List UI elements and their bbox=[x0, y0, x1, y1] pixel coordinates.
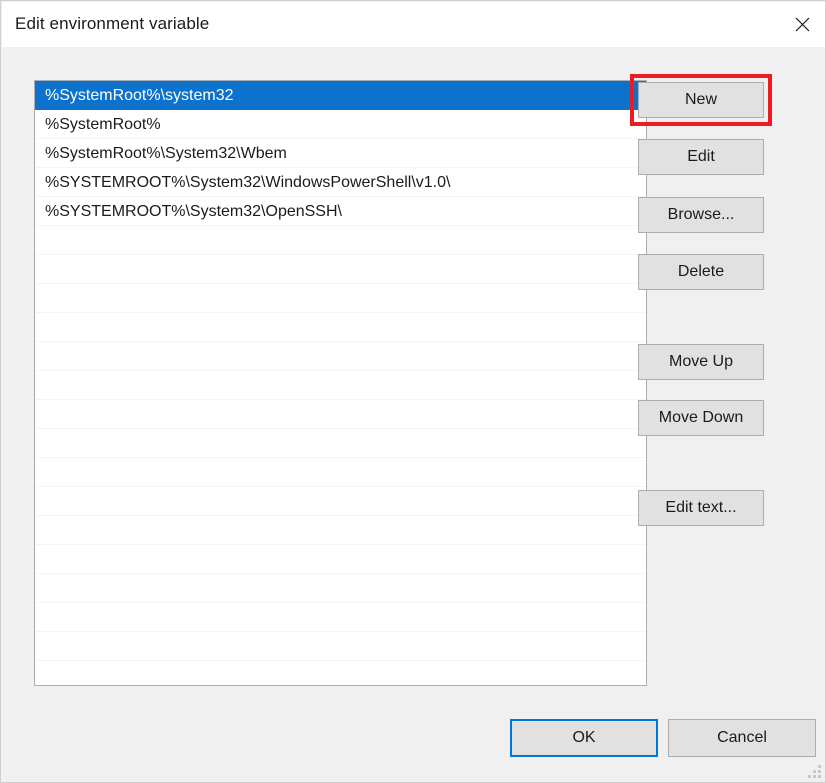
window-title: Edit environment variable bbox=[15, 14, 210, 33]
list-item-empty[interactable] bbox=[35, 342, 646, 371]
list-item[interactable]: %SystemRoot% bbox=[35, 110, 646, 139]
list-item-empty[interactable] bbox=[35, 313, 646, 342]
move-up-button[interactable]: Move Up bbox=[638, 344, 764, 380]
title-bar: Edit environment variable bbox=[2, 2, 825, 48]
delete-button[interactable]: Delete bbox=[638, 254, 764, 290]
list-item-empty[interactable] bbox=[35, 255, 646, 284]
list-item[interactable]: %SYSTEMROOT%\System32\OpenSSH\ bbox=[35, 197, 646, 226]
list-item-empty[interactable] bbox=[35, 516, 646, 545]
list-item-empty[interactable] bbox=[35, 226, 646, 255]
list-item-empty[interactable] bbox=[35, 545, 646, 574]
list-item-empty[interactable] bbox=[35, 603, 646, 632]
path-list[interactable]: %SystemRoot%\system32 %SystemRoot% %Syst… bbox=[34, 80, 647, 686]
list-item-empty[interactable] bbox=[35, 429, 646, 458]
edit-button[interactable]: Edit bbox=[638, 139, 764, 175]
list-item-empty[interactable] bbox=[35, 284, 646, 313]
ok-button[interactable]: OK bbox=[510, 719, 658, 757]
edit-environment-variable-dialog: Edit environment variable %SystemRoot%\s… bbox=[0, 0, 826, 783]
list-item-empty[interactable] bbox=[35, 400, 646, 429]
resize-grip[interactable] bbox=[808, 765, 822, 779]
dialog-body: %SystemRoot%\system32 %SystemRoot% %Syst… bbox=[2, 47, 825, 782]
list-item-empty[interactable] bbox=[35, 371, 646, 400]
list-item[interactable]: %SystemRoot%\System32\Wbem bbox=[35, 139, 646, 168]
browse-button[interactable]: Browse... bbox=[638, 197, 764, 233]
cancel-button[interactable]: Cancel bbox=[668, 719, 816, 757]
list-item[interactable]: %SYSTEMROOT%\System32\WindowsPowerShell\… bbox=[35, 168, 646, 197]
list-item-empty[interactable] bbox=[35, 487, 646, 516]
edit-text-button[interactable]: Edit text... bbox=[638, 490, 764, 526]
move-down-button[interactable]: Move Down bbox=[638, 400, 764, 436]
list-item-empty[interactable] bbox=[35, 661, 646, 685]
list-item-empty[interactable] bbox=[35, 458, 646, 487]
new-button[interactable]: New bbox=[638, 82, 764, 118]
list-item-empty[interactable] bbox=[35, 632, 646, 661]
list-item-empty[interactable] bbox=[35, 574, 646, 603]
close-icon[interactable] bbox=[779, 2, 825, 46]
list-item[interactable]: %SystemRoot%\system32 bbox=[35, 81, 646, 110]
